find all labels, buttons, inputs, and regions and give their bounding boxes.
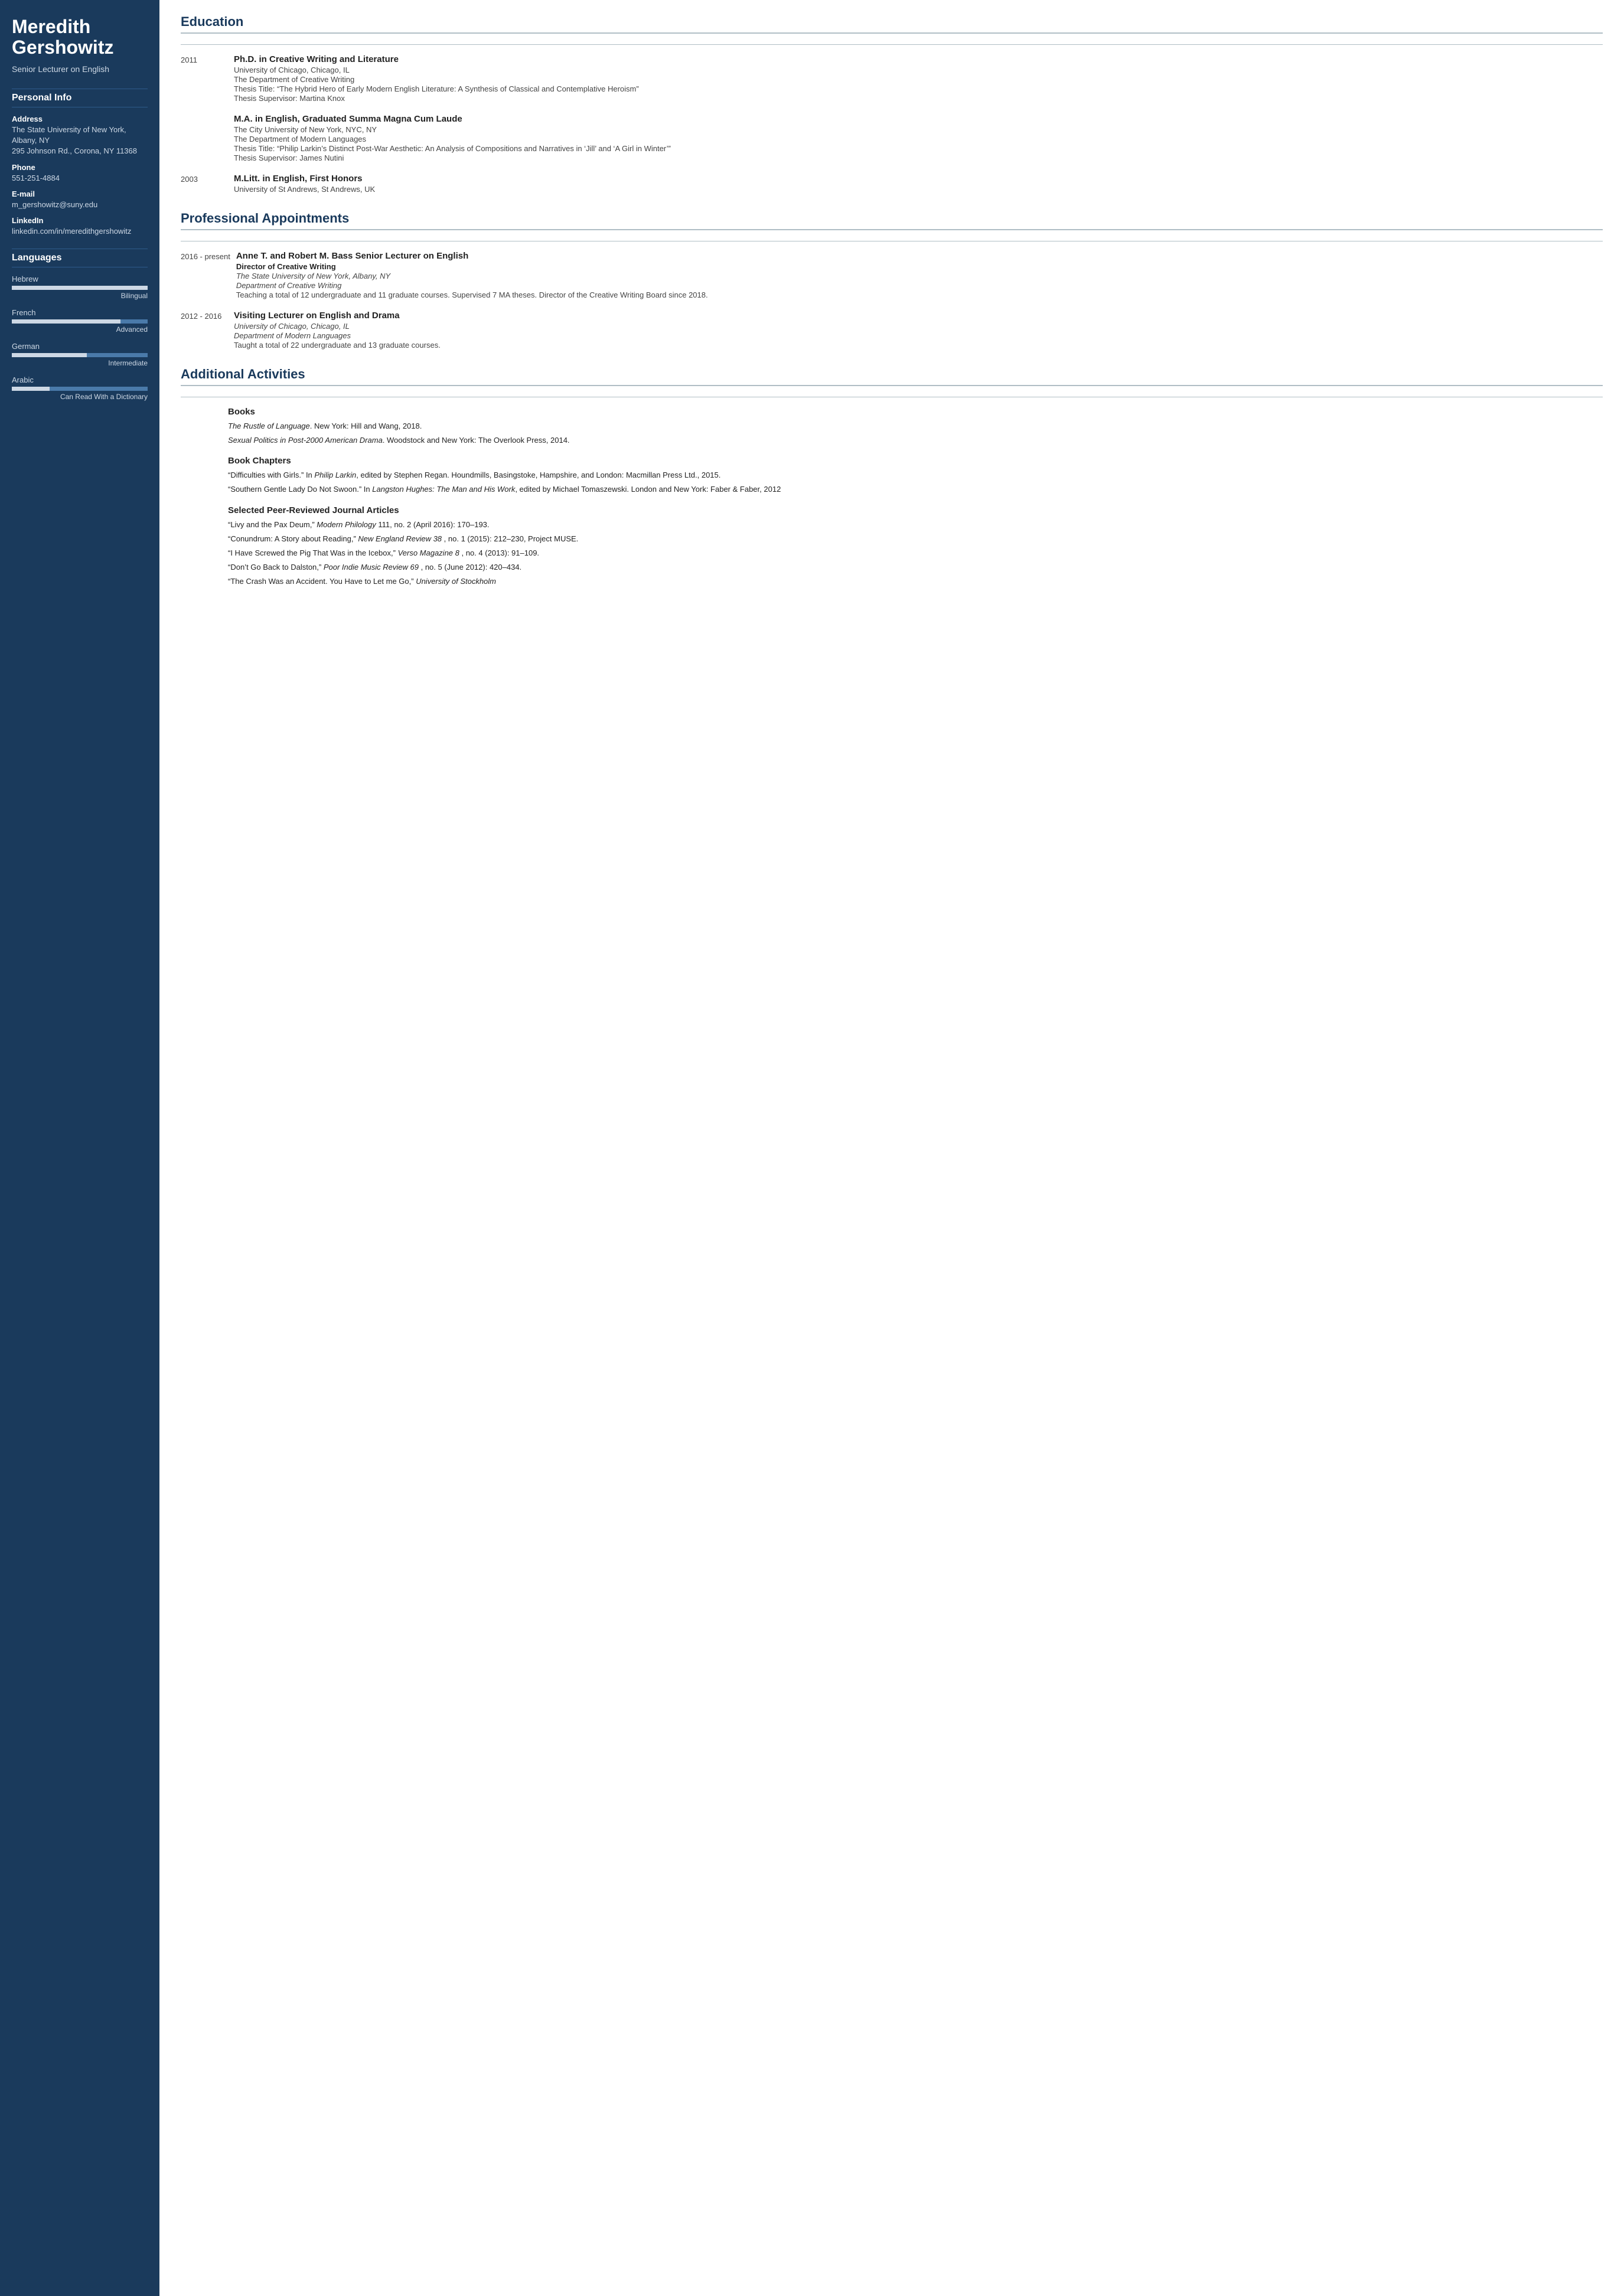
education-entry: M.A. in English, Graduated Summa Magna C… [181, 114, 1603, 163]
activity-paragraph: The Rustle of Language. New York: Hill a… [228, 420, 1603, 432]
entry-line: Department of Modern Languages [234, 331, 1603, 340]
activity-paragraph: “I Have Screwed the Pig That Was in the … [228, 547, 1603, 559]
entry-heading: M.Litt. in English, First Honors [234, 174, 1603, 184]
entry-line: The Department of Creative Writing [234, 75, 1603, 84]
entry-line: Teaching a total of 12 undergraduate and… [236, 290, 1603, 299]
activity-subsection-title: Selected Peer-Reviewed Journal Articles [228, 505, 1603, 515]
entry-line: Thesis Title: “Philip Larkin’s Distinct … [234, 144, 1603, 153]
entry-year [181, 114, 234, 163]
entry-content: Anne T. and Robert M. Bass Senior Lectur… [236, 251, 1603, 300]
entry-line: Taught a total of 22 undergraduate and 1… [234, 341, 1603, 350]
activity-subsection-title: Book Chapters [228, 456, 1603, 466]
language-bar [12, 353, 148, 357]
education-entry: 2011Ph.D. in Creative Writing and Litera… [181, 54, 1603, 103]
entry-year: 2003 [181, 174, 234, 194]
education-divider [181, 44, 1603, 45]
languages-list: Hebrew Bilingual French Advanced German Inter… [12, 275, 148, 401]
activity-subsection-title: Books [228, 407, 1603, 417]
entry-line: The Department of Modern Languages [234, 135, 1603, 143]
professional-section-title: Professional Appointments [181, 211, 1603, 230]
entry-line: Thesis Supervisor: Martina Knox [234, 94, 1603, 103]
email-label: E-mail [12, 190, 148, 198]
activities-content: Books The Rustle of Language. New York: H… [181, 407, 1603, 587]
language-name: Arabic [12, 375, 148, 384]
entry-line: The State University of New York, Albany… [236, 272, 1603, 280]
education-entry: 2003M.Litt. in English, First HonorsUniv… [181, 174, 1603, 194]
entry-line: University of Chicago, Chicago, IL [234, 66, 1603, 74]
language-item: French Advanced [12, 308, 148, 334]
professional-entry: 2016 - presentAnne T. and Robert M. Bass… [181, 251, 1603, 300]
entry-line: University of St Andrews, St Andrews, UK [234, 185, 1603, 194]
language-item: Arabic Can Read With a Dictionary [12, 375, 148, 401]
phone-label: Phone [12, 163, 148, 172]
activity-paragraph: “Difficulties with Girls.” In Philip Lar… [228, 469, 1603, 481]
entry-heading: M.A. in English, Graduated Summa Magna C… [234, 114, 1603, 124]
education-list: 2011Ph.D. in Creative Writing and Litera… [181, 54, 1603, 194]
entry-content: M.A. in English, Graduated Summa Magna C… [234, 114, 1603, 163]
language-name: French [12, 308, 148, 317]
entry-year: 2012 - 2016 [181, 311, 234, 350]
job-title: Senior Lecturer on English [12, 64, 148, 76]
entry-content: Visiting Lecturer on English and DramaUn… [234, 311, 1603, 350]
activity-paragraph: “The Crash Was an Accident. You Have to … [228, 576, 1603, 587]
entry-line: The City University of New York, NYC, NY [234, 125, 1603, 134]
education-section-title: Education [181, 14, 1603, 34]
entry-content: M.Litt. in English, First HonorsUniversi… [234, 174, 1603, 194]
activity-paragraph: “Southern Gentle Lady Do Not Swoon.” In … [228, 484, 1603, 495]
professional-list: 2016 - presentAnne T. and Robert M. Bass… [181, 251, 1603, 350]
email-value: m_gershowitz@suny.edu [12, 200, 148, 210]
activity-paragraph: Sexual Politics in Post-2000 American Dr… [228, 435, 1603, 446]
entry-line: Department of Creative Writing [236, 281, 1603, 290]
address-label: Address [12, 115, 148, 123]
language-item: Hebrew Bilingual [12, 275, 148, 300]
linkedin-label: LinkedIn [12, 216, 148, 225]
activities-section-title: Additional Activities [181, 367, 1603, 386]
personal-info-section-title: Personal Info [12, 89, 148, 107]
activity-paragraph: “Livy and the Pax Deum,” Modern Philolog… [228, 519, 1603, 531]
full-name: Meredith Gershowitz [12, 17, 148, 58]
language-bar [12, 387, 148, 391]
language-level: Intermediate [12, 359, 148, 367]
entry-year: 2011 [181, 54, 234, 103]
entry-content: Ph.D. in Creative Writing and Literature… [234, 54, 1603, 103]
languages-section-title: Languages [12, 249, 148, 267]
entry-bold: Director of Creative Writing [236, 262, 1603, 271]
language-level: Can Read With a Dictionary [12, 393, 148, 401]
main-content: Education 2011Ph.D. in Creative Writing … [159, 0, 1624, 2296]
entry-heading: Ph.D. in Creative Writing and Literature [234, 54, 1603, 64]
language-bar [12, 319, 148, 324]
language-level: Bilingual [12, 292, 148, 300]
activity-paragraph: “Conundrum: A Story about Reading,” New … [228, 533, 1603, 545]
address-line1: The State University of New York, [12, 125, 148, 135]
entry-line: Thesis Supervisor: James Nutini [234, 153, 1603, 162]
entry-heading: Visiting Lecturer on English and Drama [234, 311, 1603, 321]
entry-line: Thesis Title: “The Hybrid Hero of Early … [234, 84, 1603, 93]
professional-entry: 2012 - 2016Visiting Lecturer on English … [181, 311, 1603, 350]
entry-year: 2016 - present [181, 251, 236, 300]
address-line3: 295 Johnson Rd., Corona, NY 11368 [12, 146, 148, 156]
linkedin-value: linkedin.com/in/meredithgershowitz [12, 226, 148, 237]
language-item: German Intermediate [12, 342, 148, 367]
entry-heading: Anne T. and Robert M. Bass Senior Lectur… [236, 251, 1603, 261]
address-line2: Albany, NY [12, 135, 148, 146]
language-name: Hebrew [12, 275, 148, 283]
language-bar [12, 286, 148, 290]
activity-paragraph: “Don’t Go Back to Dalston,” Poor Indie M… [228, 561, 1603, 573]
language-name: German [12, 342, 148, 351]
language-level: Advanced [12, 325, 148, 334]
entry-line: University of Chicago, Chicago, IL [234, 322, 1603, 331]
phone-value: 551-251-4884 [12, 173, 148, 184]
sidebar: Meredith Gershowitz Senior Lecturer on E… [0, 0, 159, 2296]
